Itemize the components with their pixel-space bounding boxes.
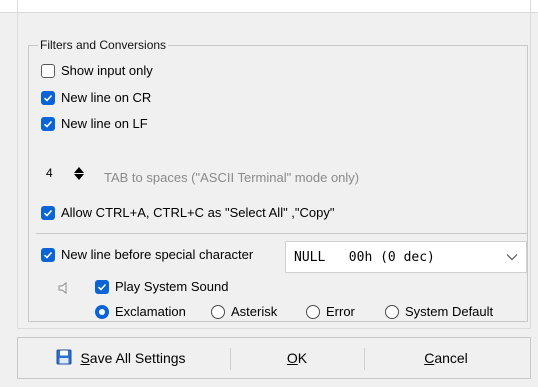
radio-error[interactable]: Error: [306, 304, 355, 319]
checkmark-icon[interactable]: [41, 247, 55, 262]
radio-exclamation-label: Exclamation: [115, 304, 186, 319]
radio-indicator[interactable]: [385, 304, 399, 319]
new-line-lf-label: New line on LF: [61, 116, 148, 131]
ok-button[interactable]: OK: [232, 338, 362, 378]
divider: [36, 233, 527, 234]
checkmark-icon[interactable]: [41, 116, 55, 131]
cancel-button[interactable]: Cancel: [366, 338, 526, 378]
allow-ctrl-checkbox[interactable]: Allow CTRL+A, CTRL+C as "Select All" ,"C…: [41, 205, 335, 220]
radio-indicator[interactable]: [306, 304, 320, 319]
allow-ctrl-label: Allow CTRL+A, CTRL+C as "Select All" ,"C…: [61, 205, 335, 220]
special-char-select[interactable]: NULL 00h (0 dec): [285, 241, 527, 273]
spinner-arrows-icon[interactable]: [74, 166, 84, 180]
radio-error-label: Error: [326, 304, 355, 319]
save-all-settings-label: Save All Settings: [80, 350, 186, 366]
new-line-special-label: New line before special character: [61, 247, 254, 262]
radio-asterisk-label: Asterisk: [231, 304, 278, 319]
radio-indicator[interactable]: [211, 304, 225, 319]
radio-asterisk[interactable]: Asterisk: [211, 304, 277, 319]
checkbox-box[interactable]: [41, 63, 55, 78]
button-divider: [230, 348, 231, 370]
special-char-value: NULL 00h (0 dec): [294, 249, 435, 265]
radio-selected-indicator[interactable]: [95, 304, 109, 319]
chevron-down-icon[interactable]: [506, 250, 518, 265]
button-divider: [364, 348, 365, 370]
bottom-button-bar: Save All Settings OK Cancel: [17, 337, 531, 379]
show-input-only-label: Show input only: [61, 63, 153, 78]
radio-exclamation[interactable]: Exclamation: [95, 304, 186, 319]
ok-label: OK: [286, 350, 308, 366]
new-line-cr-label: New line on CR: [61, 90, 152, 105]
show-input-only-checkbox[interactable]: Show input only: [41, 63, 153, 78]
checkmark-icon[interactable]: [95, 279, 109, 294]
play-sound-checkbox[interactable]: Play System Sound: [95, 279, 228, 294]
speaker-icon: [56, 280, 72, 299]
checkmark-icon[interactable]: [41, 205, 55, 220]
new-line-lf-checkbox[interactable]: New line on LF: [41, 116, 148, 131]
tab-spaces-label: TAB to spaces ("ASCII Terminal" mode onl…: [104, 170, 360, 185]
checkmark-icon[interactable]: [41, 90, 55, 105]
tab-spaces-spinner[interactable]: 4: [38, 163, 92, 183]
radio-system-default[interactable]: System Default: [385, 304, 493, 319]
save-all-settings-button[interactable]: Save All Settings: [26, 338, 216, 378]
tab-spaces-value[interactable]: 4: [38, 166, 74, 180]
new-line-cr-checkbox[interactable]: New line on CR: [41, 90, 151, 105]
play-sound-label: Play System Sound: [115, 279, 229, 294]
cancel-label: Cancel: [424, 350, 468, 366]
radio-system-default-label: System Default: [405, 304, 494, 319]
groupbox-title: Filters and Conversions: [38, 38, 169, 52]
floppy-disk-icon: [56, 349, 72, 368]
new-line-special-checkbox[interactable]: New line before special character: [41, 247, 253, 262]
